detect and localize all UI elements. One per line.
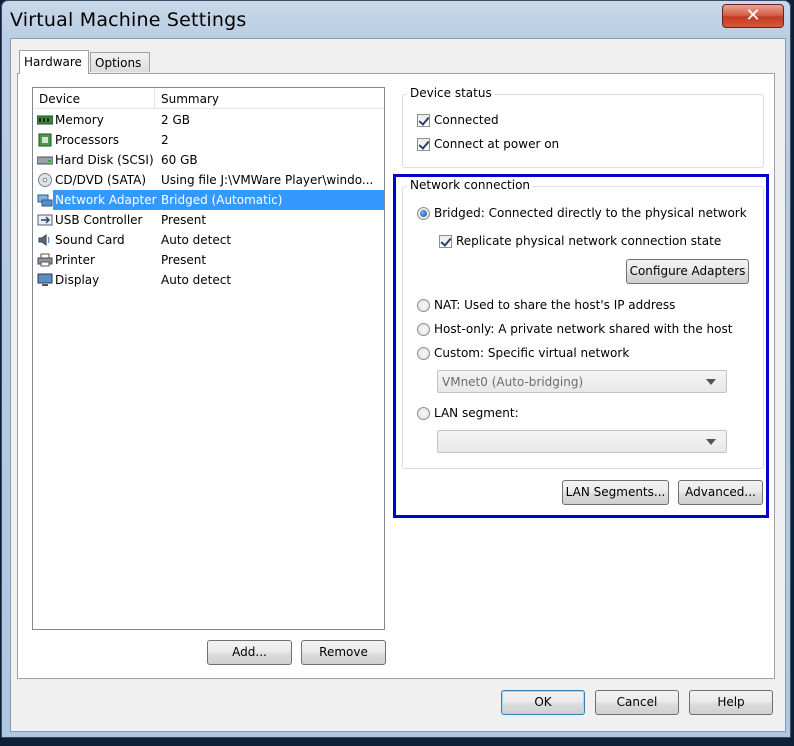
device-name: Printer — [55, 253, 95, 267]
device-list[interactable]: Device Summary Memory 2 GB Processors 2 … — [32, 87, 385, 630]
dialog-window: Virtual Machine Settings ✕ Hardware Opti… — [1, 0, 791, 738]
network-connection-title: Network connection — [407, 178, 534, 192]
hardware-tab-panel: Device Summary Memory 2 GB Processors 2 … — [17, 73, 775, 679]
speaker-icon — [38, 234, 50, 246]
connect-at-power-on-checkbox[interactable] — [417, 138, 430, 151]
device-summary: 2 GB — [161, 113, 190, 127]
device-status-group: Device status Connected Connect at power… — [402, 86, 764, 168]
add-button[interactable]: Add... — [207, 640, 292, 665]
connected-label[interactable]: Connected — [434, 113, 499, 127]
device-summary: Present — [161, 213, 207, 227]
device-name: Sound Card — [55, 233, 125, 247]
device-row-usb-controller[interactable]: USB Controller Present — [33, 210, 384, 230]
cd-dvd-icon — [38, 173, 52, 187]
device-summary: Auto detect — [161, 273, 232, 287]
column-header-summary[interactable]: Summary — [161, 92, 219, 106]
connect-at-power-on-label[interactable]: Connect at power on — [434, 137, 559, 151]
replicate-state-checkbox[interactable] — [439, 235, 452, 248]
replicate-state-label[interactable]: Replicate physical network connection st… — [456, 234, 721, 248]
lan-segment-dropdown[interactable] — [437, 430, 727, 453]
lan-segment-label[interactable]: LAN segment: — [434, 406, 519, 420]
device-row-processors[interactable]: Processors 2 — [33, 130, 384, 150]
custom-network-value: VMnet0 (Auto-bridging) — [442, 375, 584, 389]
chevron-down-icon — [706, 379, 716, 385]
chevron-down-icon — [706, 439, 716, 445]
device-row-display[interactable]: Display Auto detect — [33, 270, 384, 290]
device-row-network-adapter[interactable]: Network Adapter Bridged (Automatic) — [33, 190, 384, 210]
column-header-device[interactable]: Device — [39, 92, 80, 106]
display-icon — [37, 273, 53, 286]
nat-label[interactable]: NAT: Used to share the host's IP address — [434, 298, 675, 312]
device-list-header: Device Summary — [33, 88, 384, 109]
device-row-printer[interactable]: Printer Present — [33, 250, 384, 270]
connected-checkbox[interactable] — [417, 114, 430, 127]
device-name: Memory — [55, 113, 104, 127]
tab-options[interactable]: Options — [90, 52, 150, 72]
device-row-sound-card[interactable]: Sound Card Auto detect — [33, 230, 384, 250]
close-button[interactable]: ✕ — [722, 4, 784, 28]
lan-segments-button[interactable]: LAN Segments... — [562, 480, 669, 505]
device-summary: 60 GB — [161, 153, 198, 167]
network-adapter-icon — [37, 194, 53, 207]
device-name: Network Adapter — [55, 193, 157, 207]
processor-icon — [38, 133, 52, 147]
device-name: Processors — [55, 133, 120, 147]
device-row-memory[interactable]: Memory 2 GB — [33, 110, 384, 130]
custom-radio[interactable] — [417, 347, 430, 360]
device-summary: Present — [161, 253, 207, 267]
usb-icon — [37, 214, 53, 226]
dialog-client-area: Hardware Options Device Summary Memory 2 — [10, 38, 786, 732]
printer-icon — [37, 253, 53, 267]
device-summary: Using file J:\VMWare Player\windo... — [161, 173, 374, 187]
bridged-label[interactable]: Bridged: Connected directly to the physi… — [434, 206, 747, 220]
advanced-button[interactable]: Advanced... — [678, 480, 763, 505]
device-status-title: Device status — [407, 86, 495, 100]
hard-disk-icon — [37, 156, 53, 165]
remove-button[interactable]: Remove — [301, 640, 386, 665]
network-connection-group: Network connection Bridged: Connected di… — [402, 178, 764, 469]
configure-adapters-button[interactable]: Configure Adapters — [626, 259, 749, 284]
device-summary: Auto detect — [161, 233, 232, 247]
window-title: Virtual Machine Settings — [10, 9, 247, 31]
host-only-radio[interactable] — [417, 323, 430, 336]
device-name: CD/DVD (SATA) — [55, 173, 147, 187]
nat-radio[interactable] — [417, 299, 430, 312]
host-only-label[interactable]: Host-only: A private network shared with… — [434, 322, 732, 336]
tab-hardware[interactable]: Hardware — [19, 50, 89, 74]
help-button[interactable]: Help — [689, 690, 773, 715]
memory-icon — [37, 115, 53, 125]
column-divider[interactable] — [154, 88, 155, 108]
device-name: Hard Disk (SCSI) — [55, 153, 154, 167]
device-summary: 2 — [161, 133, 169, 147]
device-row-cd-dvd[interactable]: CD/DVD (SATA) Using file J:\VMWare Playe… — [33, 170, 384, 190]
lan-segment-radio[interactable] — [417, 407, 430, 420]
custom-network-dropdown[interactable]: VMnet0 (Auto-bridging) — [437, 370, 727, 393]
custom-label[interactable]: Custom: Specific virtual network — [434, 346, 629, 360]
ok-button[interactable]: OK — [501, 690, 585, 715]
bridged-radio[interactable] — [417, 207, 430, 220]
close-icon: ✕ — [745, 5, 761, 26]
device-name: Display — [55, 273, 100, 287]
device-row-hard-disk[interactable]: Hard Disk (SCSI) 60 GB — [33, 150, 384, 170]
cancel-button[interactable]: Cancel — [595, 690, 679, 715]
device-name: USB Controller — [55, 213, 143, 227]
device-summary: Bridged (Automatic) — [161, 193, 283, 207]
